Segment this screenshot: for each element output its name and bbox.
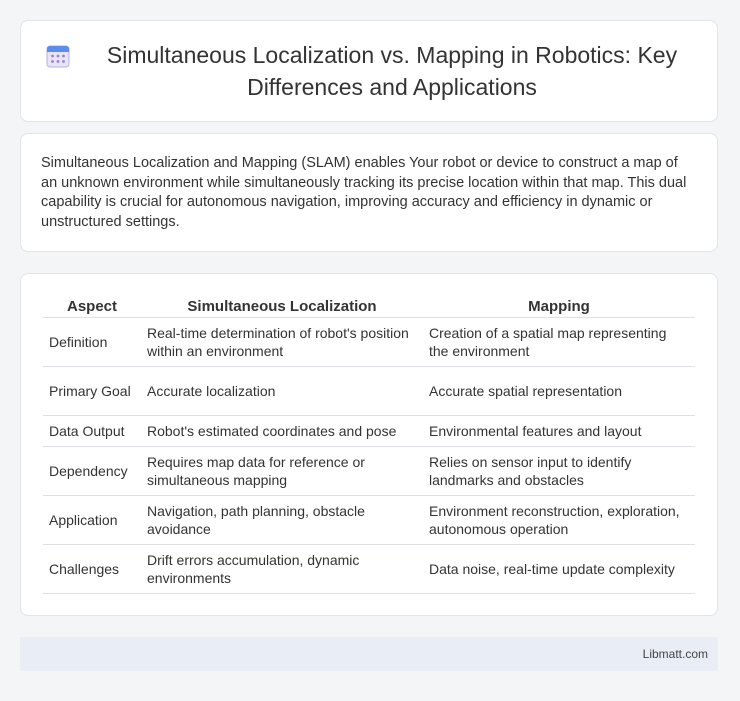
row-mapping: Environment reconstruction, exploration,… — [423, 495, 695, 545]
row-localization: Requires map data for reference or simul… — [141, 446, 423, 496]
row-aspect: Application — [43, 495, 141, 545]
header-localization: Simultaneous Localization — [141, 294, 423, 318]
table-row: Dependency Requires map data for referen… — [43, 446, 695, 496]
table-row: Data Output Robot's estimated coordinate… — [43, 415, 695, 447]
row-aspect: Data Output — [43, 415, 141, 447]
header-aspect: Aspect — [43, 294, 141, 318]
comparison-card: Aspect Simultaneous Localization Mapping… — [20, 273, 718, 616]
table-row: Primary Goal Accurate localization Accur… — [43, 366, 695, 416]
page-title: Simultaneous Localization vs. Mapping in… — [106, 42, 678, 100]
row-localization: Navigation, path planning, obstacle avoi… — [141, 495, 423, 545]
table-row: Definition Real-time determination of ro… — [43, 317, 695, 367]
header-mapping: Mapping — [423, 294, 695, 318]
row-aspect: Challenges — [43, 544, 141, 594]
footer-bar: Libmatt.com — [20, 637, 718, 671]
row-aspect: Primary Goal — [43, 366, 141, 416]
row-mapping: Relies on sensor input to identify landm… — [423, 446, 695, 496]
row-mapping: Environmental features and layout — [423, 415, 695, 447]
row-localization: Real-time determination of robot's posit… — [141, 317, 423, 367]
intro-card: Simultaneous Localization and Mapping (S… — [20, 133, 718, 252]
calendar-icon — [46, 45, 70, 68]
row-mapping: Data noise, real-time update complexity — [423, 544, 695, 594]
row-aspect: Definition — [43, 317, 141, 367]
title-wrap: Simultaneous Localization vs. Mapping in… — [45, 39, 693, 103]
row-mapping: Accurate spatial representation — [423, 366, 695, 416]
table-row: Application Navigation, path planning, o… — [43, 495, 695, 545]
title-card: Simultaneous Localization vs. Mapping in… — [20, 20, 718, 122]
table-header-row: Aspect Simultaneous Localization Mapping — [43, 294, 695, 318]
row-localization: Robot's estimated coordinates and pose — [141, 415, 423, 447]
intro-paragraph: Simultaneous Localization and Mapping (S… — [41, 155, 687, 230]
row-localization: Accurate localization — [141, 366, 423, 416]
comparison-table: Aspect Simultaneous Localization Mapping… — [43, 294, 695, 594]
footer-brand-link[interactable]: Libmatt.com — [643, 647, 708, 661]
row-localization: Drift errors accumulation, dynamic envir… — [141, 544, 423, 594]
table-row: Challenges Drift errors accumulation, dy… — [43, 544, 695, 594]
row-mapping: Creation of a spatial map representing t… — [423, 317, 695, 367]
row-aspect: Dependency — [43, 446, 141, 496]
